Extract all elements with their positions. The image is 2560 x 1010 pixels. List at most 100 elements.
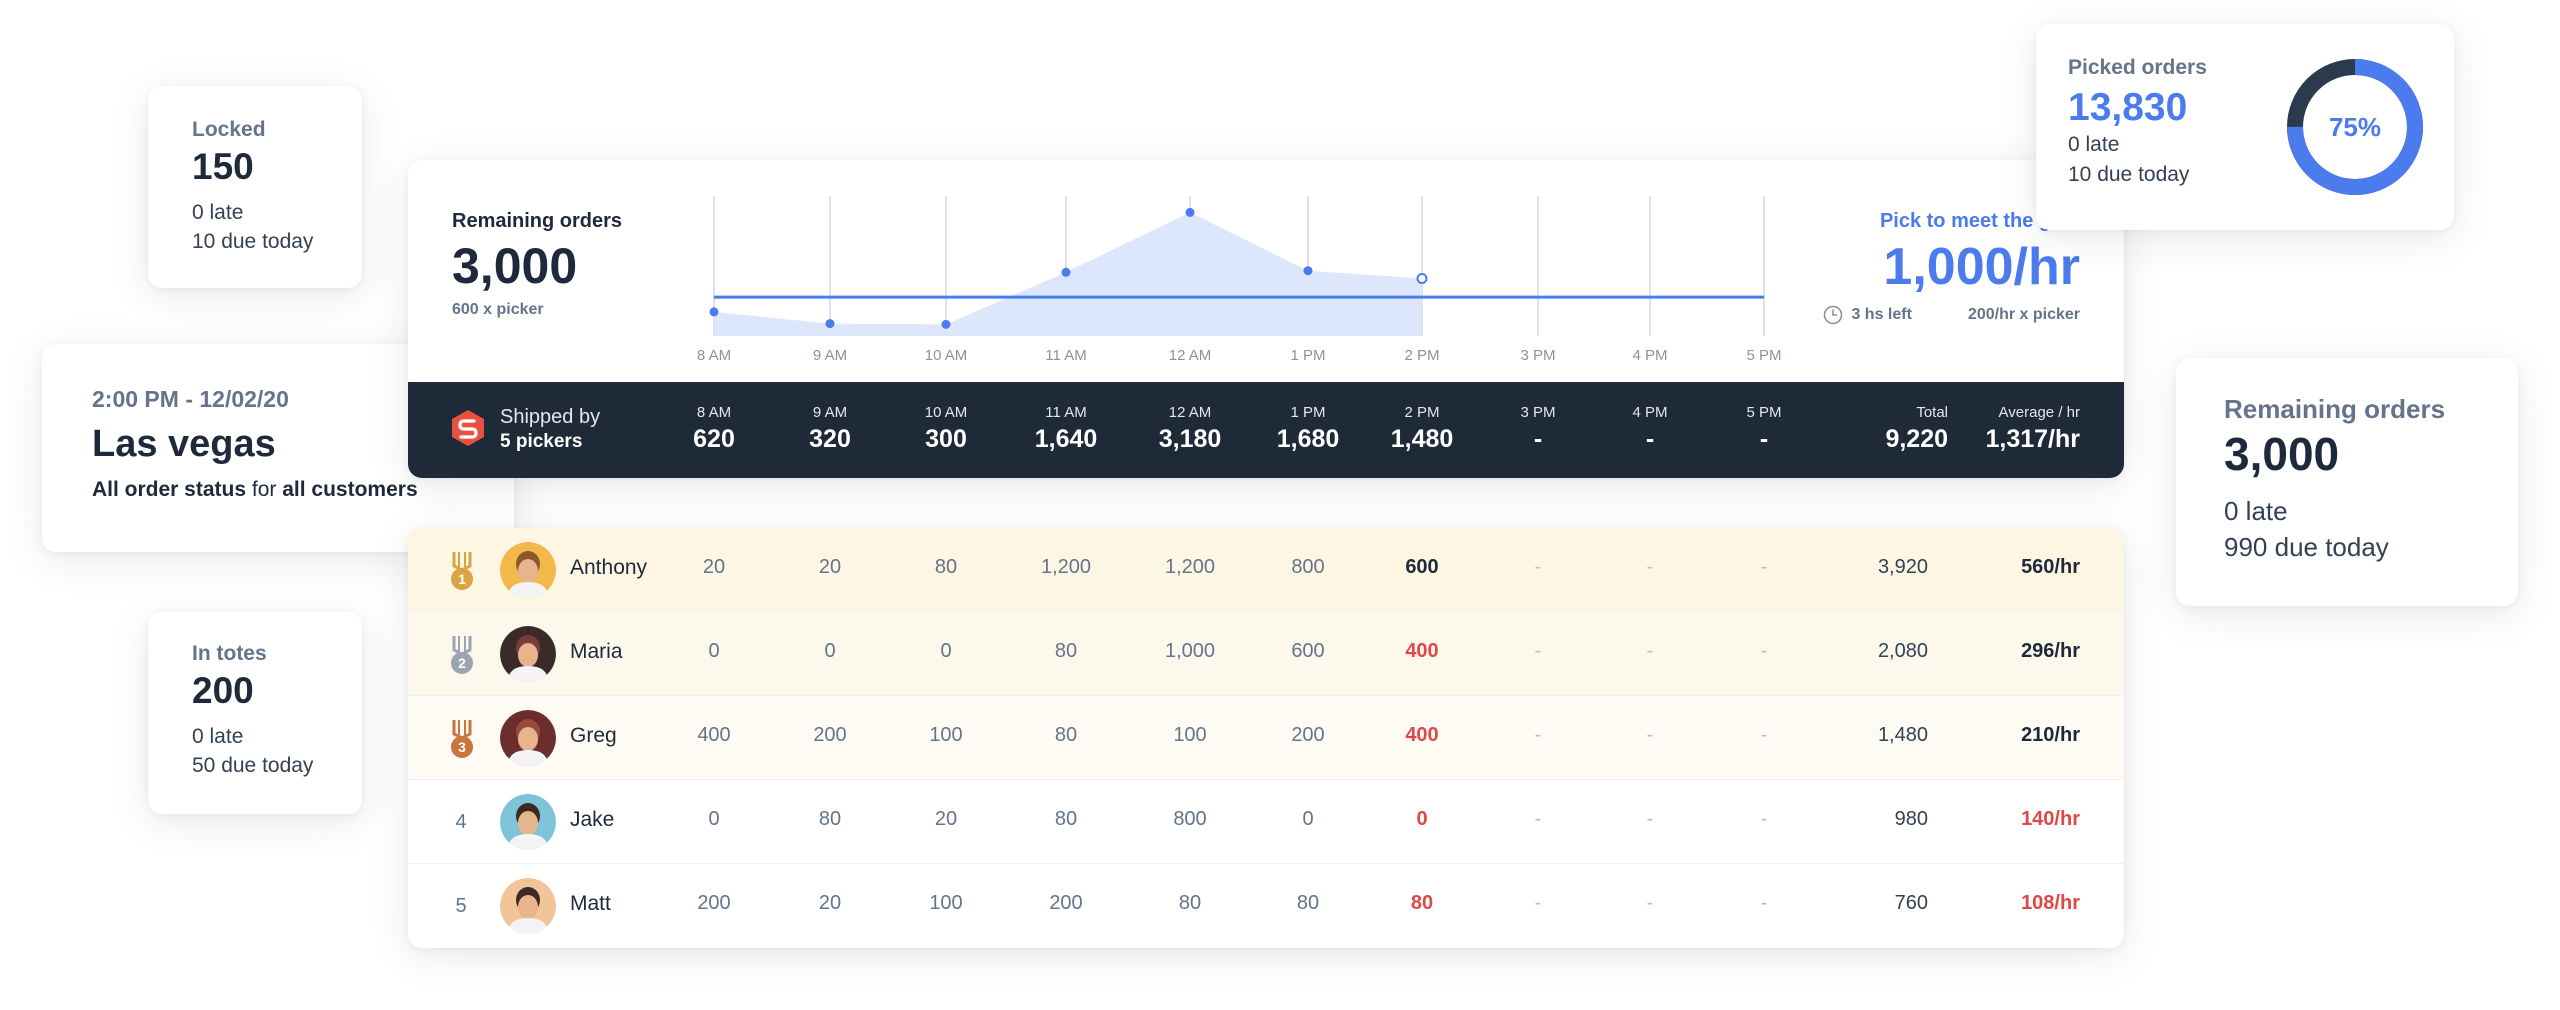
- average-value: 1,317/hr: [1985, 425, 2080, 453]
- hour-cell: -: [1760, 556, 1768, 578]
- total-cell: 3,920: [1877, 556, 1928, 578]
- rank-medal-icon: 3: [451, 720, 473, 758]
- picker-name: Maria: [570, 640, 623, 663]
- hour-cell: -: [1534, 892, 1542, 914]
- hour-cell: 100: [929, 724, 963, 746]
- summary-hour-label: 5 PM: [1746, 404, 1782, 421]
- summary-hour-value: -: [1645, 425, 1655, 453]
- avatar: [500, 710, 556, 766]
- hour-cell: -: [1646, 556, 1654, 578]
- summary-hour-label: 10 AM: [924, 404, 968, 421]
- summary-hour-col: 3 PM -: [1520, 404, 1555, 454]
- table-row[interactable]: 3 Greg 400 200 100 80 100 200 400 - - - 1,480 210/hr: [408, 696, 2124, 780]
- hour-cell: 1,200: [1040, 556, 1092, 578]
- hour-cell: 80: [1054, 808, 1078, 830]
- hour-cell: 800: [1291, 556, 1325, 578]
- x-tick-label: 2 PM: [1404, 347, 1439, 364]
- total-label: Total: [1916, 404, 1948, 421]
- hour-cell: 20: [818, 892, 842, 914]
- x-tick-label: 4 PM: [1632, 347, 1667, 364]
- hour-cell: 200: [1049, 892, 1083, 914]
- per-picker: 600 x picker: [452, 301, 544, 318]
- hour-cell: -: [1760, 808, 1768, 830]
- locked-late: 0 late: [192, 201, 244, 224]
- totes-value: 200: [192, 670, 254, 711]
- total-value: 9,220: [1885, 425, 1948, 453]
- hour-cell: 400: [1405, 724, 1439, 746]
- summary-hour-col: 11 AM 1,640: [1035, 404, 1098, 454]
- hour-cell: 200: [697, 892, 731, 914]
- hour-cell: -: [1760, 892, 1768, 914]
- hour-cell: 20: [934, 808, 958, 830]
- remaining-card-due: 990 due today: [2224, 532, 2389, 562]
- x-tick-label: 10 AM: [925, 347, 968, 364]
- order-status-text: All order status: [92, 478, 247, 501]
- avatar: [500, 878, 556, 934]
- rank-number: 3: [458, 739, 466, 755]
- in-totes-card: In totes 200 0 late 50 due today: [148, 612, 362, 814]
- locked-card: Locked 150 0 late 10 due today: [148, 86, 362, 288]
- table-row[interactable]: 1 Anthony 20 20 80 1,200 1,200 800 600 - - - 3,920 56…: [408, 528, 2124, 612]
- total-cell: 1,480: [1877, 724, 1928, 746]
- x-tick-label: 9 AM: [813, 347, 847, 364]
- total-cell: 2,080: [1877, 640, 1928, 662]
- picked-orders-card: Picked orders 13,830 0 late 10 due today…: [2036, 24, 2454, 230]
- summary-hour-col: 1 PM 1,680: [1277, 404, 1340, 454]
- table-row[interactable]: 2 Maria 0 0 0 80 1,000 600 400 - - - 2,080 296/hr: [408, 612, 2124, 696]
- rank-medal-icon: 2: [451, 636, 473, 674]
- average-cell: 108/hr: [2021, 892, 2080, 914]
- picked-percent: 75%: [2329, 112, 2381, 142]
- hour-cell: 80: [1410, 892, 1434, 914]
- table-row[interactable]: 5 Matt 200 20 100 200 80 80 80 - - - 760 108/hr: [408, 864, 2124, 948]
- chart-point: [1185, 207, 1195, 217]
- remaining-orders-panel: 8 AM 9 AM 10 AM 11 AM 12 AM 1 PM 2 PM 3 PM 4 PM 5…: [408, 160, 2124, 478]
- summary-hour-label: 12 AM: [1168, 404, 1212, 421]
- totes-title: In totes: [192, 642, 267, 665]
- pickers-count: 5 pickers: [500, 431, 583, 452]
- summary-hour-value: 1,640: [1034, 425, 1098, 453]
- hour-cell: 200: [1291, 724, 1325, 746]
- x-tick-label: 1 PM: [1290, 347, 1325, 364]
- chart-point: [1416, 272, 1428, 284]
- hour-cell: -: [1646, 892, 1654, 914]
- hour-cell: -: [1760, 724, 1768, 746]
- remaining-card-title: Remaining orders: [2224, 394, 2446, 424]
- remaining-card-value: 3,000: [2224, 428, 2340, 480]
- picker-name: Matt: [570, 892, 611, 915]
- hour-cell: 80: [1054, 724, 1078, 746]
- locked-title: Locked: [192, 118, 266, 141]
- hourly-chart-area: 8 AM 9 AM 10 AM 11 AM 12 AM 1 PM 2 PM 3 PM 4 PM 5…: [408, 160, 2124, 382]
- chart-point: [709, 307, 719, 317]
- remaining-card-late: 0 late: [2224, 496, 2288, 526]
- hour-cell: 20: [818, 556, 842, 578]
- x-tick-label: 11 AM: [1045, 347, 1086, 364]
- chart-point: [1303, 266, 1313, 276]
- rank-number: 1: [458, 571, 466, 587]
- summary-hour-value: 3,180: [1158, 425, 1222, 453]
- summary-hour-label: 3 PM: [1520, 404, 1556, 421]
- hour-cell: 20: [702, 556, 726, 578]
- brand-logo-icon: [452, 410, 484, 446]
- picker-name: Anthony: [570, 556, 648, 579]
- summary-hour-col: 10 AM 300: [925, 404, 968, 454]
- hour-cell: -: [1534, 724, 1542, 746]
- summary-hour-col: 9 AM 320: [809, 404, 851, 454]
- time-left: 3 hs left: [1851, 306, 1912, 323]
- total-cell: 760: [1894, 892, 1928, 914]
- rank-number: 5: [455, 895, 467, 917]
- hour-cell: 80: [1178, 892, 1202, 914]
- table-row[interactable]: 4 Jake 0 80 20 80 800 0 0 - - - 980 140/hr: [408, 780, 2124, 864]
- hour-cell: -: [1760, 640, 1768, 662]
- hour-cell: 600: [1405, 556, 1439, 578]
- hour-cell: 0: [708, 640, 720, 662]
- avatar: [500, 542, 556, 598]
- goal-value: 1,000/hr: [1883, 238, 2080, 296]
- hour-cell: 100: [929, 892, 963, 914]
- total-cell: 980: [1894, 808, 1928, 830]
- hour-cell: 0: [940, 640, 952, 662]
- picker-name: Jake: [570, 808, 615, 831]
- summary-hour-label: 9 AM: [812, 404, 848, 421]
- summary-hour-value: -: [1533, 425, 1543, 453]
- hour-cell: 400: [1405, 640, 1439, 662]
- avatar: [500, 794, 556, 850]
